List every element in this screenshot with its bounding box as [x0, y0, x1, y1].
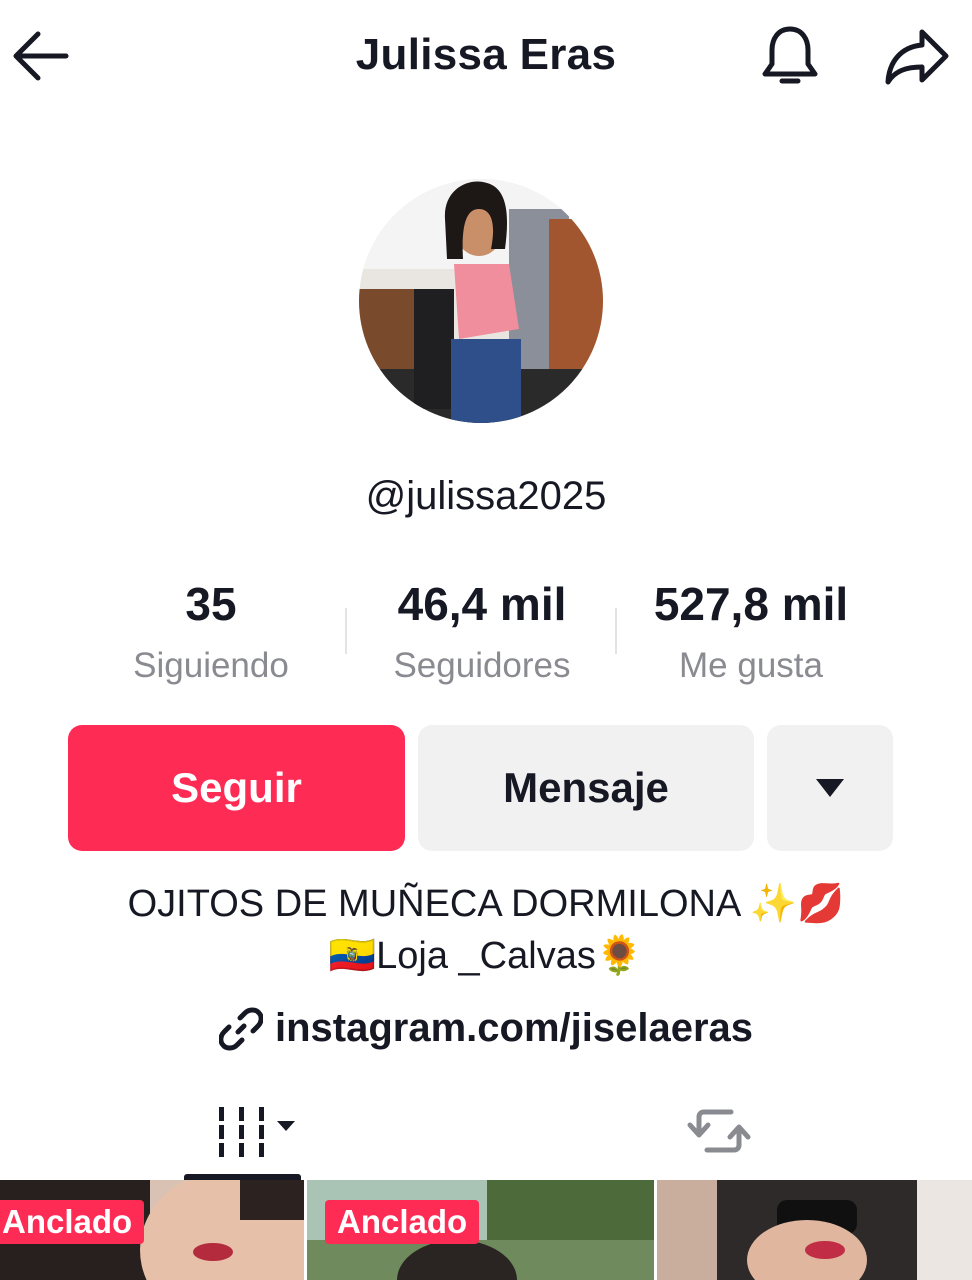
more-options-button[interactable] [767, 725, 893, 851]
top-bar: Julissa Eras [0, 0, 972, 112]
link-icon [218, 1007, 263, 1050]
video-thumbnail[interactable]: Anclado [307, 1180, 654, 1280]
tab-reposts[interactable] [664, 1082, 774, 1180]
video-thumbnail-image [657, 1180, 972, 1280]
tab-videos[interactable] [184, 1082, 301, 1180]
followers-count: 46,4 mil [397, 578, 567, 630]
stat-divider [615, 608, 617, 654]
follow-button[interactable]: Seguir [68, 725, 405, 851]
notifications-button[interactable] [752, 18, 828, 94]
avatar-photo [359, 179, 603, 423]
bio-link-text: instagram.com/jiselaeras [274, 1006, 754, 1050]
bio-link[interactable]: instagram.com/jiselaeras [0, 1006, 972, 1051]
stat-divider [345, 608, 347, 654]
bio-line: 🇪🇨Loja _Calvas🌻 [328, 935, 644, 977]
message-button[interactable]: Mensaje [418, 725, 754, 851]
username: @julissa2025 [365, 474, 607, 518]
video-thumbnail[interactable] [657, 1180, 972, 1280]
repost-icon [687, 1109, 751, 1153]
likes-label: Me gusta [679, 646, 823, 685]
bio-line: OJITOS DE MUÑECA DORMILONA ✨💋 [127, 883, 845, 925]
caret-down-icon [816, 779, 844, 797]
share-button[interactable] [878, 18, 956, 94]
likes-stat[interactable]: 527,8 mil Me gusta [636, 576, 866, 692]
followers-label: Seguidores [393, 646, 571, 685]
video-grid: Anclado Anclado [0, 1180, 972, 1280]
bio: OJITOS DE MUÑECA DORMILONA ✨💋 🇪🇨Loja _Ca… [0, 878, 972, 982]
following-count: 35 [185, 578, 237, 630]
followers-stat[interactable]: 46,4 mil Seguidores [366, 576, 598, 692]
avatar[interactable] [359, 179, 603, 423]
likes-count: 527,8 mil [653, 578, 849, 630]
following-label: Siguiendo [133, 646, 289, 685]
pinned-badge: Anclado [0, 1200, 145, 1244]
caret-down-icon [276, 1121, 295, 1131]
bell-icon [762, 26, 818, 84]
following-stat[interactable]: 35 Siguiendo [110, 576, 312, 692]
share-arrow-icon [885, 29, 949, 85]
video-thumbnail[interactable]: Anclado [0, 1180, 304, 1280]
grid-icon [218, 1107, 264, 1157]
pinned-badge: Anclado [325, 1200, 480, 1244]
